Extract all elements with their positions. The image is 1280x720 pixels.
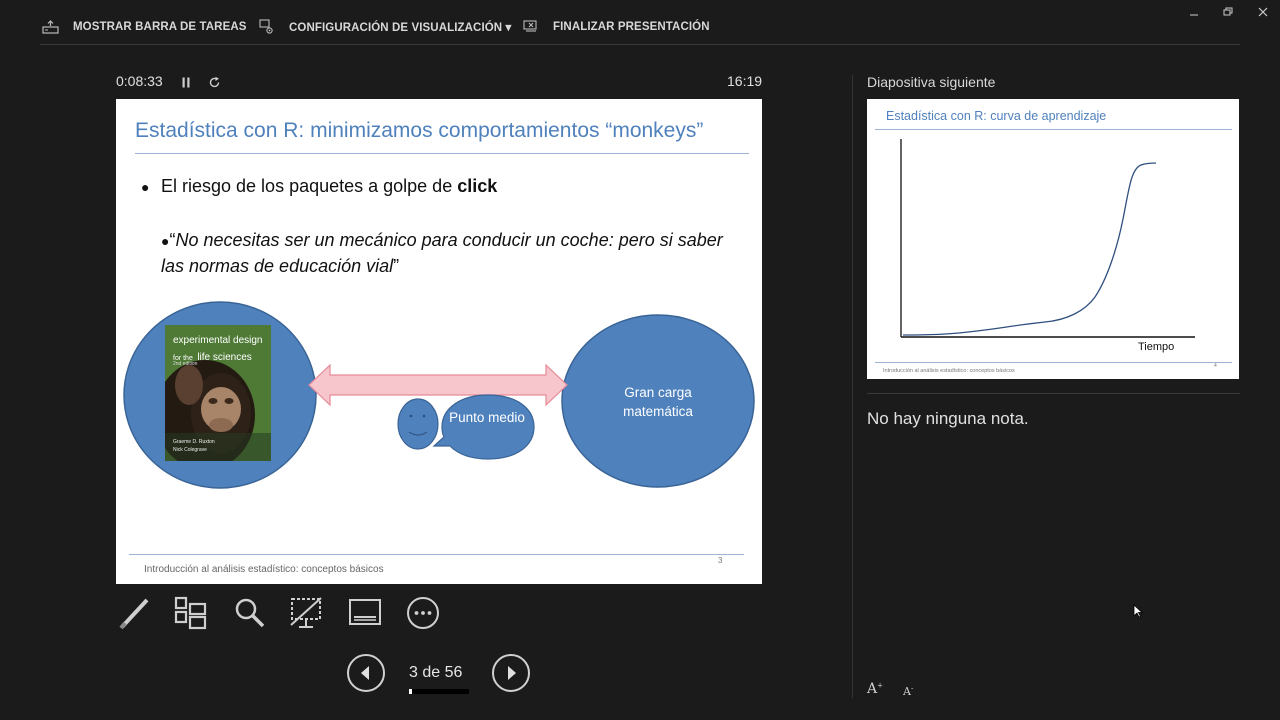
end-show-button[interactable]: FINALIZAR PRESENTACIÓN [523, 17, 710, 37]
learning-curve-chart [900, 139, 1195, 338]
smiley-face [397, 398, 439, 450]
book-author-2: Nick Colegrave [173, 447, 207, 453]
slide-footer-rule [129, 554, 744, 555]
display-settings-label: CONFIGURACIÓN DE VISUALIZACIÓN ▾ [289, 22, 512, 34]
restore-icon [1223, 7, 1233, 16]
pen-icon [119, 598, 149, 630]
more-options-button[interactable] [404, 594, 442, 632]
next-slide-page-number: 4 [1214, 363, 1217, 369]
elapsed-timer: 0:08:33 [116, 73, 163, 89]
book-edition: 2nd edition [173, 361, 198, 367]
close-icon [1258, 7, 1268, 17]
current-slide[interactable]: Estadística con R: minimizamos comportam… [116, 99, 762, 584]
increase-font-button[interactable]: A+ [867, 681, 883, 697]
middle-point-text: Punto medio [449, 410, 525, 425]
subtitles-icon [349, 599, 381, 625]
slide-counter[interactable]: 3 de 56 [409, 664, 473, 682]
speaker-notes[interactable]: No hay ninguna nota. [867, 409, 1029, 429]
learning-curve-line [902, 162, 1157, 336]
restore-button[interactable] [1217, 4, 1239, 20]
chart-x-axis-label: Tiempo [1138, 341, 1175, 353]
pause-timer-button[interactable] [178, 74, 194, 90]
zoom-button[interactable] [230, 594, 268, 632]
book-cover-image: experimental design for the life science… [165, 325, 271, 461]
book-author-1: Graeme D. Ruxton [173, 439, 215, 445]
see-all-slides-button[interactable] [171, 594, 209, 632]
close-window-button[interactable] [1252, 4, 1274, 20]
toolbar-divider [40, 44, 1240, 45]
previous-icon [361, 666, 369, 680]
font-decrease-icon: A- [903, 684, 914, 698]
slides-grid-icon [174, 596, 207, 630]
screen-off-icon [290, 597, 322, 628]
pause-icon [182, 77, 190, 87]
slide-footer: Introducción al análisis estadístico: co… [144, 564, 384, 575]
next-slide-preview[interactable]: Estadística con R: curva de aprendizaje … [867, 99, 1239, 379]
zoom-icon [235, 598, 265, 628]
pen-tool-button[interactable] [115, 594, 153, 632]
panel-divider [852, 75, 853, 698]
book-title-line1: experimental design [173, 335, 263, 346]
next-slide-footer: Introducción al análisis estadístico: co… [883, 368, 1015, 374]
restart-timer-button[interactable] [206, 74, 222, 90]
minimize-icon [1190, 14, 1198, 16]
next-icon [508, 666, 516, 680]
show-taskbar-button[interactable]: MOSTRAR BARRA DE TAREAS [42, 17, 247, 37]
next-slide-label: Diapositiva siguiente [867, 74, 996, 90]
next-slide-button[interactable] [492, 654, 530, 692]
decrease-font-button[interactable]: A- [903, 684, 913, 698]
slide-progress-bar [409, 689, 469, 694]
more-options-icon [407, 597, 439, 629]
show-taskbar-label: MOSTRAR BARRA DE TAREAS [73, 21, 247, 33]
previous-slide-button[interactable] [347, 654, 385, 692]
next-slide-footer-rule [875, 362, 1232, 363]
font-increase-icon: A+ [867, 681, 883, 697]
black-screen-button[interactable] [287, 594, 325, 632]
smiley-eye-right [422, 414, 426, 418]
current-time: 16:19 [727, 73, 763, 89]
end-show-label: FINALIZAR PRESENTACIÓN [553, 21, 710, 33]
slide-progress-fill [409, 689, 413, 694]
subtitles-button[interactable] [346, 594, 384, 632]
restart-icon [209, 76, 219, 87]
double-arrow [308, 363, 568, 407]
mouse-cursor [1133, 604, 1143, 618]
math-load-text: Gran carga matemática [623, 385, 693, 419]
minimize-button[interactable] [1183, 4, 1205, 20]
display-settings-button[interactable]: CONFIGURACIÓN DE VISUALIZACIÓN ▾ [259, 17, 511, 37]
notes-divider [867, 393, 1240, 394]
speech-bubble [432, 394, 535, 460]
display-settings-icon [259, 19, 273, 34]
book-title-big: life sciences [197, 352, 252, 363]
taskbar-icon [42, 20, 59, 34]
end-show-icon [523, 20, 537, 32]
slide-page-number: 3 [718, 556, 723, 565]
smiley-eye-left [409, 414, 413, 418]
